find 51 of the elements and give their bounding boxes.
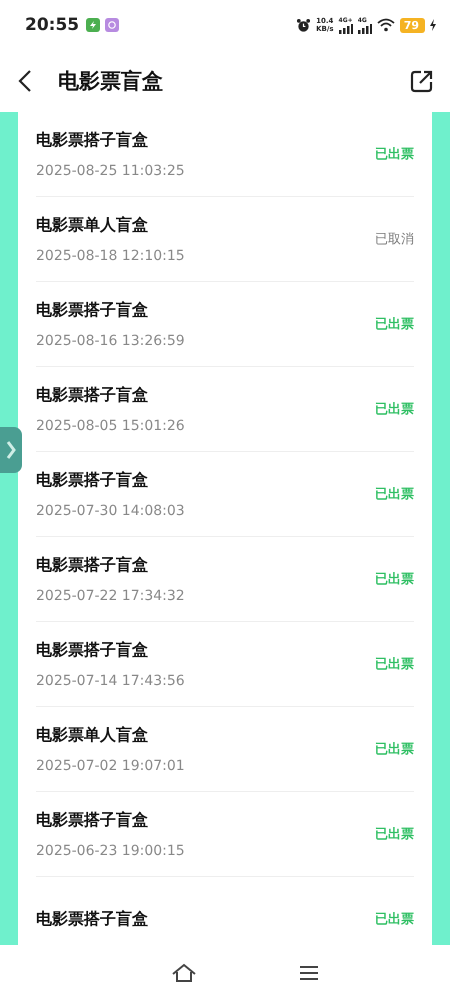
order-date: 2025-07-02 19:07:01 <box>36 758 185 774</box>
order-name: 电影票搭子盲盒 <box>36 810 149 830</box>
order-date: 2025-08-16 13:26:59 <box>36 332 185 348</box>
order-date: 2025-06-23 19:00:15 <box>36 842 185 858</box>
order-status: 已出票 <box>375 401 414 418</box>
menu-icon[interactable] <box>299 964 319 980</box>
bolt-icon <box>86 18 100 32</box>
order-row[interactable]: 电影票单人盲盒 2025-08-18 12:10:15 已取消 <box>36 197 414 282</box>
back-icon[interactable] <box>18 69 32 93</box>
order-status: 已出票 <box>375 656 414 673</box>
order-row[interactable]: 电影票搭子盲盒 2025-06-23 19:00:15 已出票 <box>36 792 414 877</box>
order-name: 电影票搭子盲盒 <box>36 130 149 150</box>
order-name: 电影票单人盲盒 <box>36 214 149 236</box>
order-name: 电影票搭子盲盒 <box>36 908 148 930</box>
order-status: 已出票 <box>375 911 414 928</box>
order-name: 电影票搭子盲盒 <box>36 640 149 660</box>
order-row[interactable]: 电影票搭子盲盒 2025-07-30 14:08:03 已出票 <box>36 452 414 537</box>
order-name: 电影票搭子盲盒 <box>36 384 149 406</box>
order-status: 已出票 <box>375 486 414 503</box>
share-icon[interactable] <box>410 69 434 93</box>
order-date: 2025-08-25 11:03:25 <box>36 162 185 178</box>
wifi-icon <box>376 18 395 32</box>
order-name: 电影票单人盲盒 <box>36 724 149 746</box>
home-icon[interactable] <box>171 962 197 982</box>
order-status: 已取消 <box>375 231 414 248</box>
order-row[interactable]: 电影票搭子盲盒 2025-08-16 13:26:59 已出票 <box>36 282 414 367</box>
order-status: 已出票 <box>375 826 414 843</box>
order-date: 2025-08-05 15:01:26 <box>36 418 185 434</box>
order-row[interactable]: 电影票搭子盲盒 2025-07-22 17:34:32 已出票 <box>36 537 414 622</box>
order-name: 电影票搭子盲盒 <box>36 470 149 490</box>
order-date: 2025-07-22 17:34:32 <box>36 588 185 604</box>
order-status: 已出票 <box>375 571 414 588</box>
signal-icon <box>358 24 372 34</box>
order-status: 已出票 <box>375 316 414 333</box>
order-name: 电影票搭子盲盒 <box>36 554 149 576</box>
order-row[interactable]: 电影票单人盲盒 2025-07-02 19:07:01 已出票 <box>36 707 414 792</box>
order-row[interactable]: 电影票搭子盲盒 2025-08-25 11:03:25 已出票 <box>36 112 414 197</box>
order-date: 2025-08-18 12:10:15 <box>36 248 185 264</box>
order-row[interactable]: 电影票搭子盲盒 2025-07-14 17:43:56 已出票 <box>36 622 414 707</box>
alarm-icon <box>296 18 312 32</box>
side-handle[interactable] <box>0 427 22 473</box>
battery-level: 79 <box>400 18 425 32</box>
order-status: 已出票 <box>375 146 414 163</box>
order-status: 已出票 <box>375 741 414 758</box>
clock-time: 20:55 <box>25 15 80 35</box>
order-name: 电影票搭子盲盒 <box>36 300 149 320</box>
order-row[interactable]: 电影票搭子盲盒 2025-08-05 15:01:26 已出票 <box>36 367 414 452</box>
order-date: 2025-07-14 17:43:56 <box>36 672 185 688</box>
order-date: 2025-07-30 14:08:03 <box>36 502 185 518</box>
page-title: 电影票盲盒 <box>58 68 163 95</box>
signal-icon <box>338 24 353 34</box>
